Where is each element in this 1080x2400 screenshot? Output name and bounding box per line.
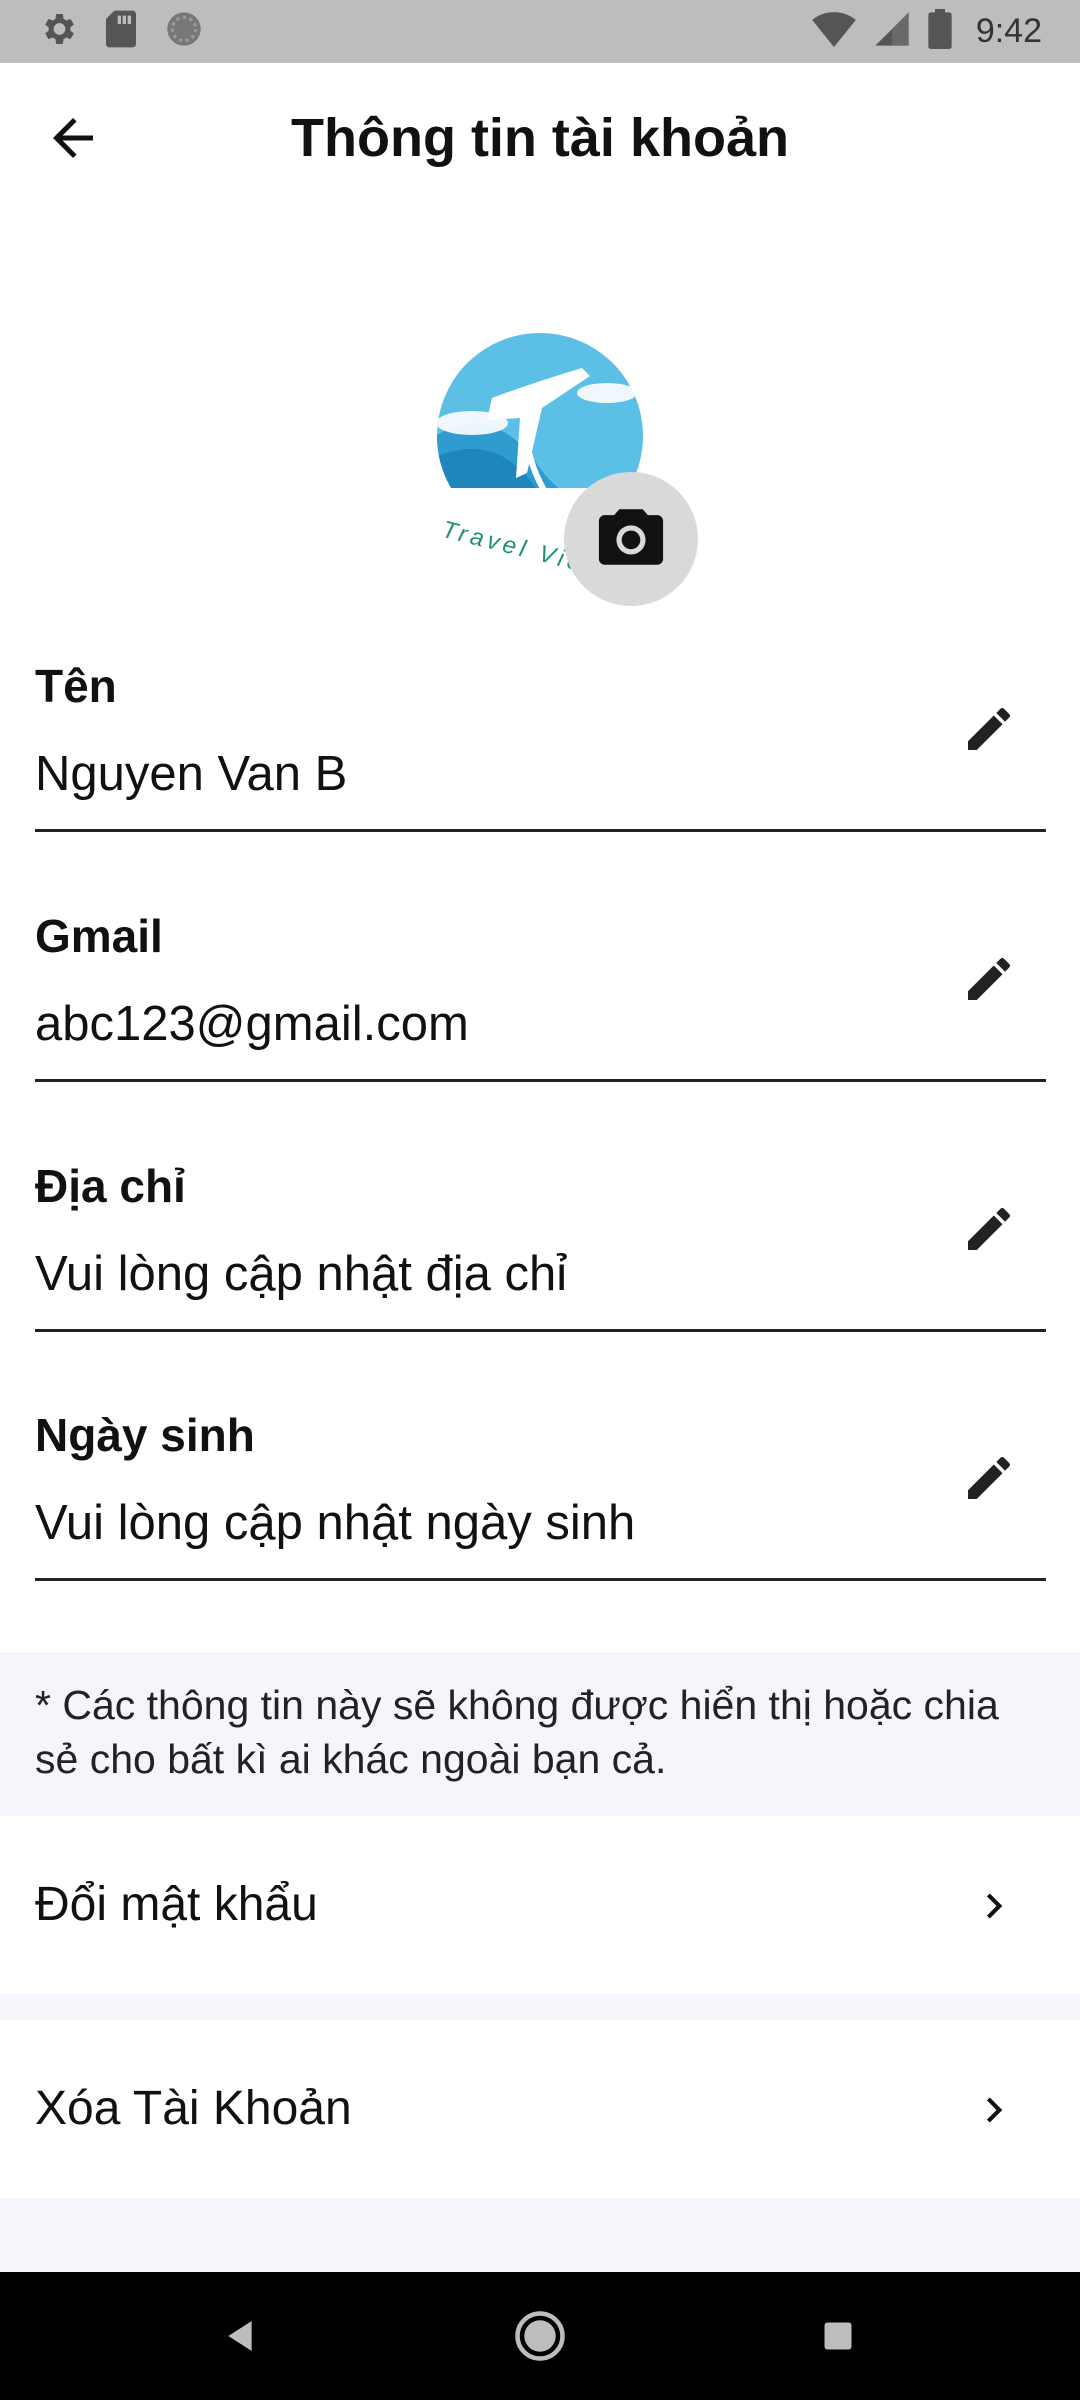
sd-card-icon xyxy=(104,9,138,54)
field-name: Tên Nguyen Van B xyxy=(35,656,1046,832)
field-value: abc123@gmail.com xyxy=(35,997,469,1051)
pencil-icon xyxy=(961,951,1017,1012)
pencil-icon xyxy=(961,701,1017,762)
status-bar: 9:42 xyxy=(0,0,1080,63)
system-nav-bar xyxy=(0,2272,1080,2400)
menu-label: Đổi mật khẩu xyxy=(35,1878,318,1931)
status-time: 9:42 xyxy=(975,12,1042,50)
edit-name-button[interactable] xyxy=(954,696,1024,766)
edit-address-button[interactable] xyxy=(954,1196,1024,1266)
field-value: Vui lòng cập nhật địa chỉ xyxy=(35,1247,568,1301)
menu-delete-account[interactable]: Xóa Tài Khoản xyxy=(0,2020,1080,2198)
edit-gmail-button[interactable] xyxy=(954,946,1024,1016)
nav-home-button[interactable] xyxy=(510,2306,570,2366)
privacy-note-text: * Các thông tin này sẽ không được hiển t… xyxy=(35,1682,999,1782)
chevron-right-icon xyxy=(964,1876,1024,1936)
pencil-icon xyxy=(961,1450,1017,1511)
wifi-icon xyxy=(811,9,856,54)
menu-label: Xóa Tài Khoản xyxy=(35,2082,352,2135)
privacy-note: * Các thông tin này sẽ không được hiển t… xyxy=(0,1652,1080,1816)
page-title: Thông tin tài khoản xyxy=(291,108,789,168)
camera-icon xyxy=(596,506,666,573)
settings-icon xyxy=(38,9,78,54)
triangle-back-icon xyxy=(228,2321,252,2351)
square-recents-icon xyxy=(824,2322,852,2350)
field-address: Địa chỉ Vui lòng cập nhật địa chỉ xyxy=(35,1156,1046,1332)
field-birthday: Ngày sinh Vui lòng cập nhật ngày sinh xyxy=(35,1405,1046,1581)
pencil-icon xyxy=(961,1201,1017,1262)
field-label: Tên xyxy=(35,660,117,712)
edit-birthday-button[interactable] xyxy=(954,1445,1024,1515)
nav-recents-button[interactable] xyxy=(808,2306,868,2366)
circle-home-icon xyxy=(515,2311,565,2361)
bottom-spacer xyxy=(0,2198,1080,2272)
battery-icon xyxy=(928,9,952,54)
field-label: Ngày sinh xyxy=(35,1409,255,1461)
field-label: Gmail xyxy=(35,910,163,962)
field-value: Vui lòng cập nhật ngày sinh xyxy=(35,1496,636,1550)
app-bar: Thông tin tài khoản xyxy=(0,63,1080,209)
signal-icon xyxy=(872,9,912,54)
change-avatar-button[interactable] xyxy=(564,472,698,606)
menu-change-password[interactable]: Đổi mật khẩu xyxy=(0,1816,1080,1994)
field-label: Địa chỉ xyxy=(35,1160,186,1212)
field-value: Nguyen Van B xyxy=(35,747,348,801)
divider xyxy=(0,1994,1080,2020)
status-bar-left xyxy=(38,9,204,54)
nav-back-button[interactable] xyxy=(210,2306,270,2366)
status-bar-right: 9:42 xyxy=(811,9,1042,54)
sync-icon xyxy=(164,9,204,54)
chevron-right-icon xyxy=(964,2080,1024,2140)
field-gmail: Gmail abc123@gmail.com xyxy=(35,906,1046,1082)
